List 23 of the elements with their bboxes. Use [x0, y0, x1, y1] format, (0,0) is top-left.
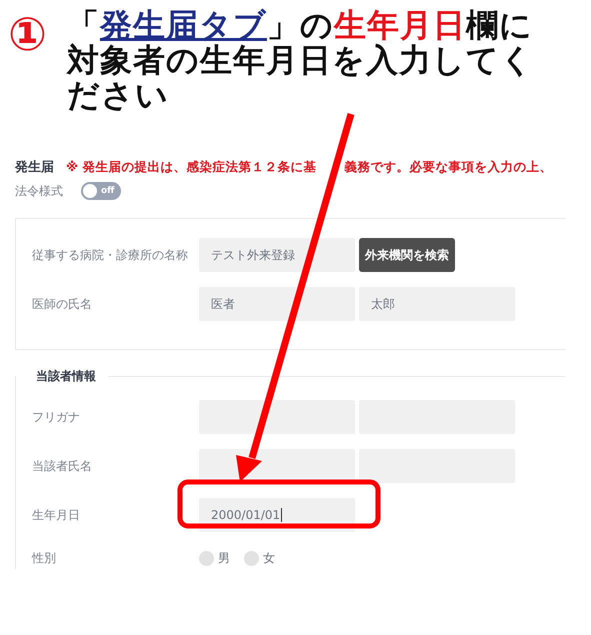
input-field[interactable]: 太郎: [359, 287, 515, 321]
search-button[interactable]: 外来機関を検索: [359, 238, 455, 272]
field-label: 医師の氏名: [32, 296, 93, 312]
field-label: フリガナ: [32, 408, 81, 426]
toggle-switch[interactable]: off: [81, 182, 121, 200]
input-field[interactable]: [199, 400, 355, 434]
field-label: 生年月日: [32, 506, 81, 524]
notice-text: ※ 発生届の提出は、感染症法第１２条に基: [66, 158, 317, 176]
field-label: 性別: [32, 550, 57, 566]
input-field[interactable]: 医者: [199, 287, 355, 321]
radio-option[interactable]: 男: [199, 550, 230, 566]
step-number: ①: [8, 8, 47, 60]
input-field[interactable]: テスト外来登録: [199, 238, 355, 272]
radio-option[interactable]: 女: [244, 550, 275, 566]
form-title: 発生届: [15, 159, 54, 176]
toggle-label: 法令様式: [15, 182, 63, 200]
field-label: 従事する病院・診療所の名称: [32, 246, 189, 264]
input-field[interactable]: [359, 449, 515, 483]
field-label: 当該者氏名: [32, 458, 93, 474]
instruction-text: 対象者の生年月日を入力してく: [66, 43, 534, 78]
instruction-text: 「発生届タブ」の生年月日欄に: [66, 8, 534, 43]
instruction-text: ださい: [66, 78, 170, 113]
notice-text: 義務です。必要な事項を入力の上、: [344, 158, 553, 176]
